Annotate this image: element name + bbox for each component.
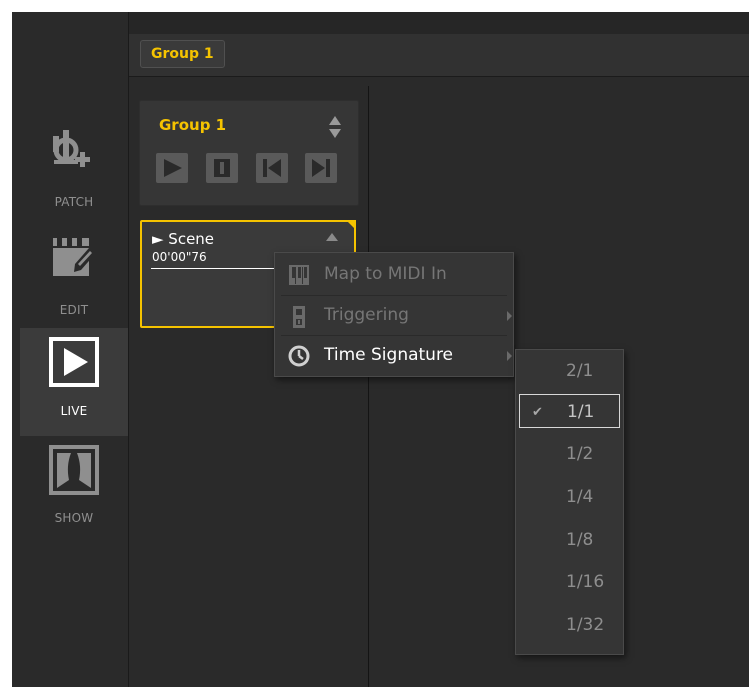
option-label: 1/8 (566, 530, 594, 550)
group-title: Group 1 (159, 116, 227, 134)
option-label: 1/1 (567, 402, 595, 422)
mode-show[interactable]: SHOW (20, 436, 128, 544)
option-label: 1/32 (566, 615, 605, 635)
option-label: 1/2 (566, 444, 594, 464)
context-menu: Map to MIDI In Triggering Time Signature (274, 252, 514, 377)
previous-button[interactable] (256, 153, 288, 183)
next-icon (312, 159, 330, 177)
sort-updown-icon[interactable] (325, 232, 339, 246)
play-icon (164, 159, 182, 177)
mode-label: LIVE (60, 404, 88, 418)
previous-icon (263, 159, 281, 177)
mode-label: PATCH (54, 195, 94, 209)
mode-label: SHOW (54, 511, 94, 525)
pause-button[interactable] (206, 153, 238, 183)
time-signature-option-selected[interactable]: ✔ 1/1 (519, 394, 620, 428)
submenu-arrow-icon (507, 311, 512, 321)
mode-label: EDIT (59, 303, 89, 317)
time-signature-option[interactable]: 1/8 (516, 521, 623, 559)
pause-icon (214, 159, 230, 177)
tab-group-1[interactable]: Group 1 (140, 40, 225, 68)
app-window: PATCH EDIT LIVE SHOW Group 1 Group 1 ► S… (12, 12, 749, 687)
next-button[interactable] (305, 153, 337, 183)
time-signature-option[interactable]: 2/1 (516, 352, 623, 390)
time-signature-option[interactable]: 1/16 (516, 563, 623, 601)
submenu-arrow-icon (507, 351, 512, 361)
mode-edit[interactable]: EDIT (20, 220, 128, 328)
menu-item-map-to-midi[interactable]: Map to MIDI In (275, 255, 513, 295)
option-label: 1/16 (566, 572, 605, 592)
mode-patch[interactable]: PATCH (20, 112, 128, 220)
time-signature-option[interactable]: 1/4 (516, 478, 623, 516)
menu-item-label: Map to MIDI In (324, 264, 447, 284)
time-signature-option[interactable]: 1/2 (516, 435, 623, 473)
checkmark-icon: ✔ (532, 405, 543, 420)
option-label: 2/1 (566, 361, 594, 381)
menu-item-time-signature[interactable]: Time Signature (275, 336, 513, 376)
mode-sidebar: PATCH EDIT LIVE SHOW (12, 12, 129, 687)
scene-time: 00'00"76 (152, 250, 207, 264)
clapperboard-edit-icon (53, 238, 95, 276)
menu-item-triggering[interactable]: Triggering (275, 296, 513, 336)
column-divider (368, 86, 369, 687)
group-tab-bar: Group 1 (129, 34, 749, 77)
play-live-icon (49, 337, 99, 387)
stage-curtain-icon (49, 445, 99, 495)
time-signature-submenu: 2/1 ✔ 1/1 1/2 1/4 1/8 1/16 1/32 (515, 349, 624, 655)
menu-item-label: Time Signature (324, 345, 454, 365)
group-widget: Group 1 (139, 100, 359, 206)
midi-keyboard-icon (289, 265, 309, 285)
scene-corner-marker (346, 220, 356, 230)
scene-name: ► Scene (152, 230, 215, 248)
scene-progress-line (151, 268, 279, 269)
clock-icon (288, 345, 310, 367)
mode-live[interactable]: LIVE (20, 328, 128, 436)
time-signature-option[interactable]: 1/32 (516, 606, 623, 644)
patch-fixture-icon (53, 130, 90, 167)
trigger-icon (293, 306, 305, 328)
sort-updown-icon[interactable] (328, 114, 342, 140)
menu-item-label: Triggering (324, 305, 409, 325)
play-button[interactable] (156, 153, 188, 183)
option-label: 1/4 (566, 487, 594, 507)
